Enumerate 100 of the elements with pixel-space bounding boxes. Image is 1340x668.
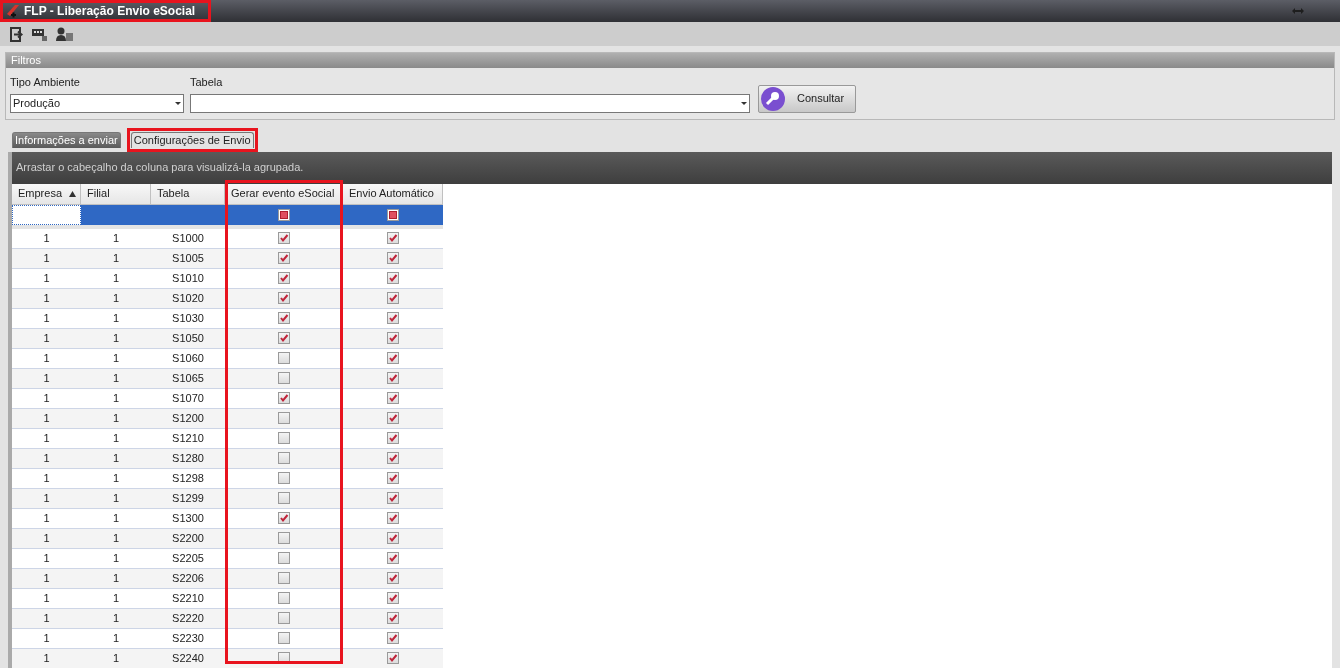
table-cell-text: S2240	[171, 650, 205, 666]
table-cell-text: S1050	[171, 330, 205, 346]
checkbox[interactable]	[278, 272, 290, 284]
checkbox[interactable]	[278, 612, 290, 624]
table-cell-text: 1	[42, 390, 51, 406]
checkbox[interactable]	[278, 372, 290, 384]
column-header[interactable]: Tabela	[151, 183, 225, 205]
table-cell-text: 1	[42, 630, 51, 646]
checkbox[interactable]	[387, 412, 399, 424]
checkbox[interactable]	[278, 392, 290, 404]
table-cell-text: 1	[111, 390, 121, 406]
checkbox[interactable]	[278, 232, 290, 244]
table-cell-text: 1	[111, 370, 121, 386]
checkbox[interactable]	[278, 632, 290, 644]
table-cell-text: 1	[42, 450, 51, 466]
checkbox[interactable]	[278, 512, 290, 524]
table-cell-text: S2230	[171, 630, 205, 646]
checkbox[interactable]	[278, 492, 290, 504]
checkbox[interactable]	[387, 332, 399, 344]
checkbox[interactable]	[387, 452, 399, 464]
checkbox[interactable]	[387, 652, 399, 664]
caret-icon	[741, 101, 747, 105]
checkbox[interactable]	[278, 412, 290, 424]
table-cell-text: 1	[42, 330, 51, 346]
checkbox[interactable]	[278, 252, 290, 264]
table-cell-text: S1280	[171, 450, 205, 466]
table-cell-text: 1	[111, 590, 121, 606]
checkbox[interactable]	[278, 292, 290, 304]
table-cell-text: 1	[111, 510, 121, 526]
checkbox[interactable]	[387, 532, 399, 544]
table-cell-text: S1005	[171, 250, 205, 266]
column-header[interactable]: Empresa	[12, 183, 81, 205]
filter-cell[interactable]	[151, 204, 225, 225]
checkbox[interactable]	[387, 612, 399, 624]
checkbox[interactable]	[387, 352, 399, 364]
checkbox[interactable]	[387, 512, 399, 524]
checkbox[interactable]	[387, 552, 399, 564]
checkbox[interactable]	[278, 352, 290, 364]
checkbox[interactable]	[278, 332, 290, 344]
checkbox[interactable]	[387, 572, 399, 584]
table-cell-text: 1	[111, 550, 121, 566]
table-cell-text: 1	[111, 490, 121, 506]
table-cell-text: S1020	[171, 290, 205, 306]
table-cell-text: 1	[42, 650, 51, 666]
checkbox[interactable]	[387, 252, 399, 264]
tab[interactable]: Configurações de Envio	[130, 131, 254, 148]
checkbox[interactable]	[387, 292, 399, 304]
checkbox[interactable]	[278, 452, 290, 464]
dropdown-field[interactable]: Produção	[10, 93, 184, 113]
checkbox[interactable]	[387, 272, 399, 284]
checkbox[interactable]	[387, 492, 399, 504]
checkbox[interactable]	[278, 532, 290, 544]
keyboard-lock-icon[interactable]	[32, 27, 48, 41]
table-cell-text: 1	[111, 450, 121, 466]
indeterminate-checkbox-icon[interactable]	[387, 208, 399, 221]
exit-icon[interactable]	[10, 26, 24, 42]
checkbox[interactable]	[387, 432, 399, 444]
table-cell-text: 1	[111, 610, 121, 626]
checkbox[interactable]	[278, 312, 290, 324]
checkbox[interactable]	[387, 232, 399, 244]
table-cell-text: 1	[42, 230, 51, 246]
checkbox[interactable]	[278, 432, 290, 444]
table-cell-text: 1	[42, 470, 51, 486]
table-cell-text: 1	[42, 310, 51, 326]
key-icon	[761, 86, 785, 111]
search-button[interactable]: Consultar	[758, 84, 856, 113]
checkbox[interactable]	[278, 592, 290, 604]
dropdown-field[interactable]	[190, 93, 750, 113]
indeterminate-checkbox-icon[interactable]	[278, 208, 290, 221]
checkbox[interactable]	[387, 632, 399, 644]
checkbox[interactable]	[387, 472, 399, 484]
table-cell-text: S2220	[171, 610, 205, 626]
column-header[interactable]: Envio Automático	[343, 183, 443, 205]
table-cell-text: S1000	[171, 230, 205, 246]
table-cell-text: 1	[42, 550, 51, 566]
checkbox[interactable]	[387, 392, 399, 404]
checkbox[interactable]	[387, 312, 399, 324]
tab[interactable]: Informações a enviar	[12, 131, 121, 148]
table-cell-text: S1065	[171, 370, 205, 386]
filter-cell[interactable]	[12, 204, 81, 225]
table-cell-text: 1	[111, 570, 121, 586]
table-cell-text: 1	[42, 510, 51, 526]
table-cell-text: 1	[42, 410, 51, 426]
table-cell-text: 1	[42, 250, 51, 266]
table-cell-text: 1	[111, 650, 121, 666]
column-header[interactable]: Filial	[81, 183, 151, 205]
user-icon[interactable]	[56, 27, 73, 41]
table-cell-text: S2206	[171, 570, 205, 586]
filter-cell[interactable]	[343, 204, 443, 225]
checkbox[interactable]	[278, 572, 290, 584]
panel-title: Filtros	[11, 53, 41, 69]
table-cell-text: 1	[111, 350, 121, 366]
table-cell-text: 1	[42, 610, 51, 626]
table-cell-text: 1	[111, 290, 121, 306]
checkbox[interactable]	[278, 472, 290, 484]
checkbox[interactable]	[278, 552, 290, 564]
filter-cell[interactable]	[81, 204, 151, 225]
checkbox[interactable]	[387, 592, 399, 604]
checkbox[interactable]	[387, 372, 399, 384]
table-cell-text: S1298	[171, 470, 205, 486]
